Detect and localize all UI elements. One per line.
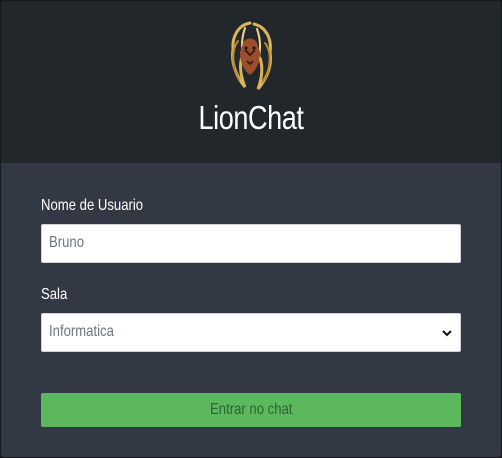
enter-chat-button[interactable]: Entrar no chat [41, 393, 461, 427]
app-title: LionChat [198, 99, 304, 136]
username-input[interactable]: Bruno [41, 224, 461, 263]
username-value: Bruno [49, 234, 85, 251]
lion-head-icon [231, 21, 272, 90]
enter-chat-label: Entrar no chat [209, 401, 293, 418]
username-label: Nome de Usuario [41, 197, 144, 214]
room-select[interactable]: Informatica [41, 313, 461, 352]
card-header: LionChat [1, 1, 501, 163]
login-page: LionChat Nome de Usuario Bruno Sala Info… [0, 0, 502, 458]
login-card: LionChat Nome de Usuario Bruno Sala Info… [1, 1, 501, 457]
room-selected-value: Informatica [49, 323, 114, 340]
room-label: Sala [41, 286, 68, 303]
chevron-down-icon [442, 330, 452, 337]
